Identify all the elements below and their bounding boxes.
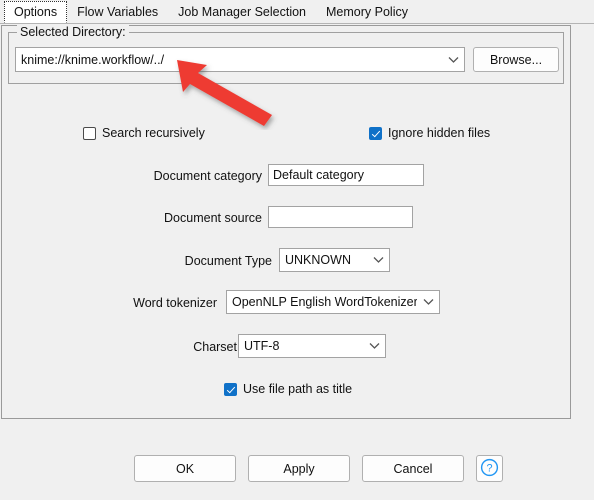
document-source-label: Document source [164, 211, 262, 225]
browse-button[interactable]: Browse... [473, 47, 559, 72]
checkbox-box-checked-icon [224, 382, 237, 396]
apply-button-label: Apply [283, 461, 315, 476]
use-file-path-as-title-label: Use file path as title [243, 382, 353, 396]
help-button[interactable]: ? [476, 455, 503, 482]
document-category-label: Document category [153, 169, 262, 183]
cancel-button[interactable]: Cancel [362, 455, 464, 482]
checkbox-box-checked-icon [369, 126, 382, 140]
ignore-hidden-files-checkbox[interactable]: Ignore hidden files [369, 126, 490, 140]
tab-options[interactable]: Options [4, 1, 68, 23]
charset-label: Charset [193, 340, 237, 354]
ignore-hidden-files-label: Ignore hidden files [388, 126, 491, 140]
tab-memory-policy[interactable]: Memory Policy [316, 1, 418, 23]
browse-button-label: Browse... [489, 52, 543, 67]
document-category-value: Default category [273, 168, 365, 182]
options-content-panel: Selected Directory: knime://knime.workfl… [1, 25, 571, 419]
chevron-down-icon [367, 256, 389, 264]
tab-flow-variables-label: Flow Variables [77, 5, 159, 19]
tab-bar: Options Flow Variables Job Manager Selec… [0, 0, 594, 24]
chevron-down-icon [442, 56, 464, 64]
checkbox-box-unchecked-icon [83, 126, 96, 140]
charset-value: UTF-8 [244, 339, 280, 353]
document-type-value: UNKNOWN [285, 253, 351, 267]
tab-job-manager-selection[interactable]: Job Manager Selection [168, 1, 316, 23]
tab-options-label: Options [14, 5, 58, 19]
search-recursively-label: Search recursively [102, 126, 205, 140]
cancel-button-label: Cancel [393, 461, 433, 476]
use-file-path-as-title-checkbox[interactable]: Use file path as title [224, 382, 352, 396]
document-type-label: Document Type [184, 254, 272, 268]
selected-directory-legend: Selected Directory: [17, 25, 129, 39]
tab-job-manager-selection-label: Job Manager Selection [178, 5, 307, 19]
ok-button[interactable]: OK [134, 455, 236, 482]
word-tokenizer-combo[interactable]: OpenNLP English WordTokenizer [226, 290, 440, 314]
help-circle-icon: ? [480, 458, 499, 480]
document-source-input[interactable] [268, 206, 413, 228]
directory-path-value: knime://knime.workflow/../ [21, 52, 165, 67]
svg-text:?: ? [486, 462, 492, 474]
chevron-down-icon [417, 298, 439, 306]
word-tokenizer-label: Word tokenizer [133, 296, 217, 310]
chevron-down-icon [363, 342, 385, 350]
directory-path-combo[interactable]: knime://knime.workflow/../ [15, 47, 465, 72]
apply-button[interactable]: Apply [248, 455, 350, 482]
tab-memory-policy-label: Memory Policy [326, 5, 408, 19]
document-category-input[interactable]: Default category [268, 164, 424, 186]
tab-flow-variables[interactable]: Flow Variables [67, 1, 168, 23]
word-tokenizer-value: OpenNLP English WordTokenizer [232, 295, 417, 309]
search-recursively-checkbox[interactable]: Search recursively [83, 126, 205, 140]
ok-button-label: OK [175, 461, 195, 476]
charset-combo[interactable]: UTF-8 [238, 334, 386, 358]
document-type-combo[interactable]: UNKNOWN [279, 248, 390, 272]
